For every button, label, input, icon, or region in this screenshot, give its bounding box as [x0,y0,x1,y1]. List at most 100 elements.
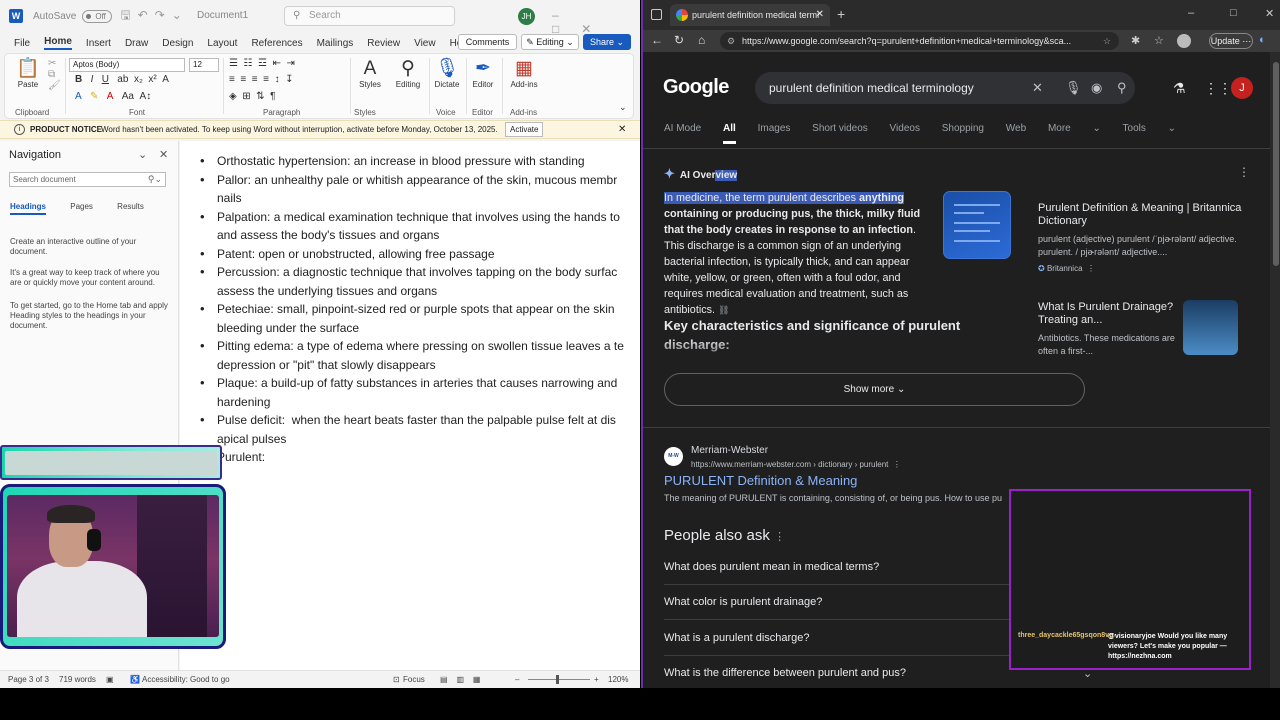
addins-button[interactable]: ▦ Add-ins [507,58,541,89]
menu-home[interactable]: Home [44,36,72,50]
share-button[interactable]: Share ⌄ [583,34,631,50]
update-button[interactable]: Update ⋯ [1209,33,1253,49]
chevron-down-icon[interactable]: ⌄ [138,148,147,161]
paa-question[interactable]: What does purulent mean in medical terms… [664,561,1034,573]
more-options-icon[interactable]: ⋮ [774,531,785,543]
result-title-link[interactable]: PURULENT Definition & Meaning [664,473,857,488]
menu-view[interactable]: View [414,38,436,49]
home-icon[interactable]: ⌂ [698,33,705,47]
ai-overview-thumbnail[interactable] [943,191,1011,259]
browser-tab-active[interactable]: purulent definition medical termi ✕ [670,4,830,26]
word-count[interactable]: 719 words [59,671,96,688]
source-card-purulent-drainage[interactable]: What Is Purulent Drainage? Treating an..… [1038,301,1178,358]
paa-question[interactable]: What is a purulent discharge? [664,632,1034,644]
google-logo[interactable]: Google [663,76,729,99]
zoom-out-icon[interactable]: – [515,671,519,688]
lens-icon[interactable]: ◉ [1091,72,1102,104]
favorites-icon[interactable]: ☆ [1154,34,1164,47]
list-buttons[interactable]: ☰ ☷ ☲ ⇤ ⇥ [229,58,295,69]
word-window-controls[interactable]: –□✕ [552,8,640,36]
result-site-name[interactable]: Merriam-Webster [691,445,768,456]
menu-review[interactable]: Review [367,38,400,49]
styles-button[interactable]: A Styles [355,58,385,89]
accessibility-status[interactable]: Accessibility: Good to go [142,671,230,688]
navigation-search-input[interactable]: Search document ⚲⌄ [9,172,166,187]
menu-mailings[interactable]: Mailings [317,38,354,49]
tab-pages[interactable]: Pages [70,202,93,211]
tab-shopping[interactable]: Shopping [942,123,984,134]
source-title[interactable]: Purulent Definition & Meaning | Britanni… [1038,202,1243,228]
close-window-icon[interactable]: ✕ [1265,7,1274,20]
google-account-avatar[interactable]: J [1231,77,1253,99]
more-options-icon[interactable]: ⋮ [1238,165,1250,179]
page-scrollbar-thumb[interactable] [1273,62,1279,266]
dictate-button[interactable]: 🎙 Dictate [431,58,463,89]
quick-access-icons[interactable]: 🖫↶↷⌄ [120,6,188,27]
show-more-button[interactable]: Show more ⌄ [664,373,1085,406]
favorite-star-icon[interactable]: ☆ [1103,32,1111,50]
profile-avatar[interactable] [1177,34,1191,48]
menu-references[interactable]: References [251,38,302,49]
document-canvas[interactable]: Orthostatic hypertension: an increase in… [180,141,640,670]
link-chip-icon[interactable]: ⛓ [718,305,729,315]
extension-icon[interactable]: ✱ [1131,34,1140,47]
source-thumbnail[interactable] [1183,300,1238,355]
reload-icon[interactable]: ↻ [674,33,684,47]
font-name-select[interactable]: Aptos (Body) [69,58,185,72]
cut-copy-icons[interactable]: ✂ ⧉ 🖌 [48,58,61,91]
maximize-icon[interactable]: □ [1230,7,1237,19]
close-icon[interactable]: ✕ [618,121,626,138]
tab-more[interactable]: More ⌄ [1048,123,1101,134]
tab-headings[interactable]: Headings [10,202,47,215]
paa-question[interactable]: What color is purulent drainage? [664,596,1034,608]
focus-button[interactable]: Focus [403,671,425,688]
tab-videos[interactable]: Videos [890,123,920,134]
tab-results[interactable]: Results [117,202,144,211]
copilot-icon[interactable]: ◐ [1259,34,1266,46]
close-tab-icon[interactable]: ✕ [816,4,824,26]
new-tab-icon[interactable]: + [837,6,845,22]
tab-ai-mode[interactable]: AI Mode [664,123,701,134]
tab-actions-icon[interactable] [651,9,662,20]
word-search-box[interactable]: ⚲ Search [284,6,455,26]
comments-button[interactable]: Comments [458,34,517,50]
tab-all[interactable]: All [723,123,736,144]
menu-draw[interactable]: Draw [125,38,148,49]
paa-question[interactable]: What is the difference between purulent … [664,667,1034,679]
font-color-buttons[interactable]: A ✎ A Aa A↕ [75,91,151,102]
back-icon[interactable]: ← [651,33,663,47]
view-mode-icons[interactable]: ▤ ▥ ▦ [440,671,480,688]
editing-button[interactable]: ⚲ Editing [391,58,425,89]
autosave-toggle[interactable]: Off [82,9,113,23]
editor-button[interactable]: ✒ Editor [469,58,497,89]
font-size-select[interactable]: 12 [189,58,219,72]
menu-insert[interactable]: Insert [86,38,111,49]
paste-button[interactable]: 📋 Paste [13,58,43,89]
ribbon-collapse-icon[interactable]: ⌄ [619,102,627,113]
address-bar[interactable]: ⚙ https://www.google.com/search?q=purule… [720,32,1119,50]
activate-button[interactable]: Activate [505,122,544,137]
minimize-icon[interactable]: – [1188,7,1194,19]
microphone-icon[interactable]: 🎙 [1065,72,1082,104]
word-user-avatar[interactable]: JH [518,8,535,25]
tab-web[interactable]: Web [1006,123,1026,134]
google-search-box[interactable]: purulent definition medical terminology … [755,72,1135,104]
source-card-britannica[interactable]: Purulent Definition & Meaning | Britanni… [1038,202,1243,273]
clear-icon[interactable]: ✕ [1032,72,1043,104]
editing-mode-button[interactable]: ✎ Editing ⌄ [521,34,579,50]
shading-border-buttons[interactable]: ◈ ⊞ ⇅ ¶ [229,91,276,102]
alignment-buttons[interactable]: ≡ ≡ ≡ ≡ ↕ ↧ [229,74,294,85]
zoom-level[interactable]: 120% [608,671,628,688]
menu-file[interactable]: File [14,38,30,49]
proofing-icon[interactable]: ▣ [106,671,114,688]
font-format-buttons[interactable]: B I U ab x₂ x² A [75,74,169,85]
labs-flask-icon[interactable]: ⚗ [1173,80,1186,97]
result-url[interactable]: https://www.merriam-webster.com › dictio… [691,460,901,469]
tab-short-videos[interactable]: Short videos [812,123,868,134]
search-icon[interactable]: ⚲ [1117,72,1127,104]
tab-tools[interactable]: Tools ⌄ [1123,123,1177,134]
document-name[interactable]: Document1 [197,10,248,21]
page-count[interactable]: Page 3 of 3 [8,671,49,688]
site-info-icon[interactable]: ⚙ [727,32,735,50]
zoom-in-icon[interactable]: + [594,671,599,688]
